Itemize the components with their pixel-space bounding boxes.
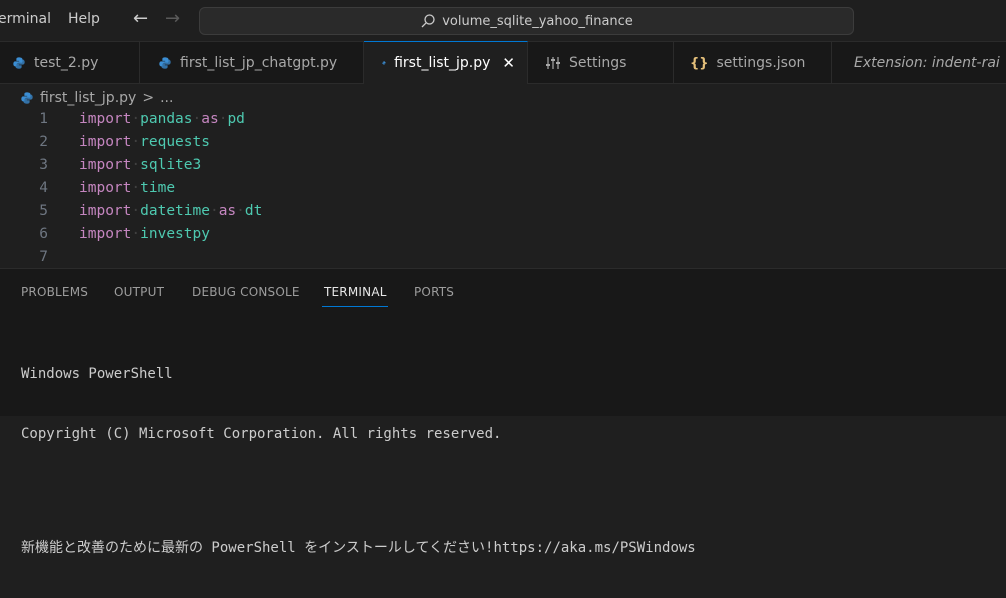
tab-label: first_list_jp.py bbox=[394, 55, 491, 71]
breadcrumb: first_list_jp.py > ... bbox=[20, 88, 173, 108]
tab-test-2[interactable]: test_2.py bbox=[0, 42, 140, 84]
tab-first-list-jp-chatgpt[interactable]: first_list_jp_chatgpt.py bbox=[140, 42, 364, 84]
tab-settings-json[interactable]: {} settings.json bbox=[674, 42, 832, 84]
search-text: volume_sqlite_yahoo_finance bbox=[442, 13, 633, 29]
line-number: 4 bbox=[39, 180, 48, 196]
line-number: 7 bbox=[39, 249, 48, 265]
back-arrow-icon[interactable]: ← bbox=[133, 9, 148, 29]
code-text: import·requests bbox=[79, 134, 210, 150]
terminal-output[interactable]: Windows PowerShell Copyright (C) Microso… bbox=[21, 324, 991, 598]
code-line: 7 bbox=[0, 246, 1006, 269]
active-tab-indicator bbox=[322, 306, 388, 307]
breadcrumb-more[interactable]: ... bbox=[160, 90, 173, 106]
code-text: import·investpy bbox=[79, 226, 210, 242]
line-number: 1 bbox=[39, 111, 48, 127]
code-editor[interactable]: 1 import·pandas·as·pd 2 import·requests … bbox=[0, 108, 1006, 268]
code-line: 2 import·requests bbox=[0, 131, 1006, 154]
search-icon bbox=[421, 14, 435, 28]
tab-extension[interactable]: Extension: indent-rai bbox=[832, 42, 1006, 84]
tab-settings[interactable]: Settings bbox=[528, 42, 674, 84]
terminal-line: Windows PowerShell bbox=[21, 366, 173, 382]
line-number: 3 bbox=[39, 157, 48, 173]
json-braces-icon: {} bbox=[690, 55, 709, 71]
tab-ports[interactable]: PORTS bbox=[414, 285, 454, 299]
code-line: 6 import·investpy bbox=[0, 223, 1006, 246]
terminal-line: Copyright (C) Microsoft Corporation. All… bbox=[21, 426, 502, 442]
close-icon[interactable]: ✕ bbox=[502, 54, 515, 72]
tab-output[interactable]: OUTPUT bbox=[114, 285, 164, 299]
code-text: import·sqlite3 bbox=[79, 157, 202, 173]
python-icon bbox=[382, 61, 386, 65]
python-icon bbox=[13, 57, 25, 69]
tab-problems[interactable]: PROBLEMS bbox=[21, 285, 88, 299]
python-icon bbox=[21, 92, 33, 104]
tab-terminal[interactable]: TERMINAL bbox=[324, 285, 387, 299]
tab-label: first_list_jp_chatgpt.py bbox=[180, 55, 338, 71]
settings-sliders-icon bbox=[546, 57, 560, 69]
code-line: 3 import·sqlite3 bbox=[0, 154, 1006, 177]
tab-label: Extension: indent-rai bbox=[854, 55, 1000, 71]
tab-label: test_2.py bbox=[34, 55, 99, 71]
menu-terminal[interactable]: erminal bbox=[0, 11, 51, 27]
terminal-line: 新機能と改善のために最新の PowerShell をインストールしてください!h… bbox=[21, 540, 696, 556]
command-center-search[interactable]: volume_sqlite_yahoo_finance bbox=[199, 7, 854, 35]
code-line: 1 import·pandas·as·pd bbox=[0, 108, 1006, 131]
python-icon bbox=[159, 57, 171, 69]
bottom-panel: PROBLEMS OUTPUT DEBUG CONSOLE TERMINAL P… bbox=[0, 268, 1006, 556]
code-text: import·datetime·as·dt bbox=[79, 203, 263, 219]
editor-tab-bar: test_2.py first_list_jp_chatgpt.py first… bbox=[0, 41, 1006, 84]
chevron-right-icon: > bbox=[142, 90, 155, 106]
code-line: 5 import·datetime·as·dt bbox=[0, 200, 1006, 223]
code-text: import·pandas·as·pd bbox=[79, 111, 245, 127]
code-line: 4 import·time bbox=[0, 177, 1006, 200]
tab-debug-console[interactable]: DEBUG CONSOLE bbox=[192, 285, 300, 299]
tab-label: Settings bbox=[569, 55, 627, 71]
line-number: 6 bbox=[39, 226, 48, 242]
line-number: 2 bbox=[39, 134, 48, 150]
tab-label: settings.json bbox=[716, 55, 806, 71]
line-number: 5 bbox=[39, 203, 48, 219]
breadcrumb-file[interactable]: first_list_jp.py bbox=[40, 90, 136, 106]
code-text: import·time bbox=[79, 180, 176, 196]
tab-first-list-jp-active[interactable]: first_list_jp.py ✕ bbox=[364, 41, 528, 84]
forward-arrow-icon[interactable]: → bbox=[165, 9, 180, 29]
title-bar: erminal Help ← → volume_sqlite_yahoo_fin… bbox=[0, 0, 1006, 42]
menu-help[interactable]: Help bbox=[68, 11, 100, 27]
